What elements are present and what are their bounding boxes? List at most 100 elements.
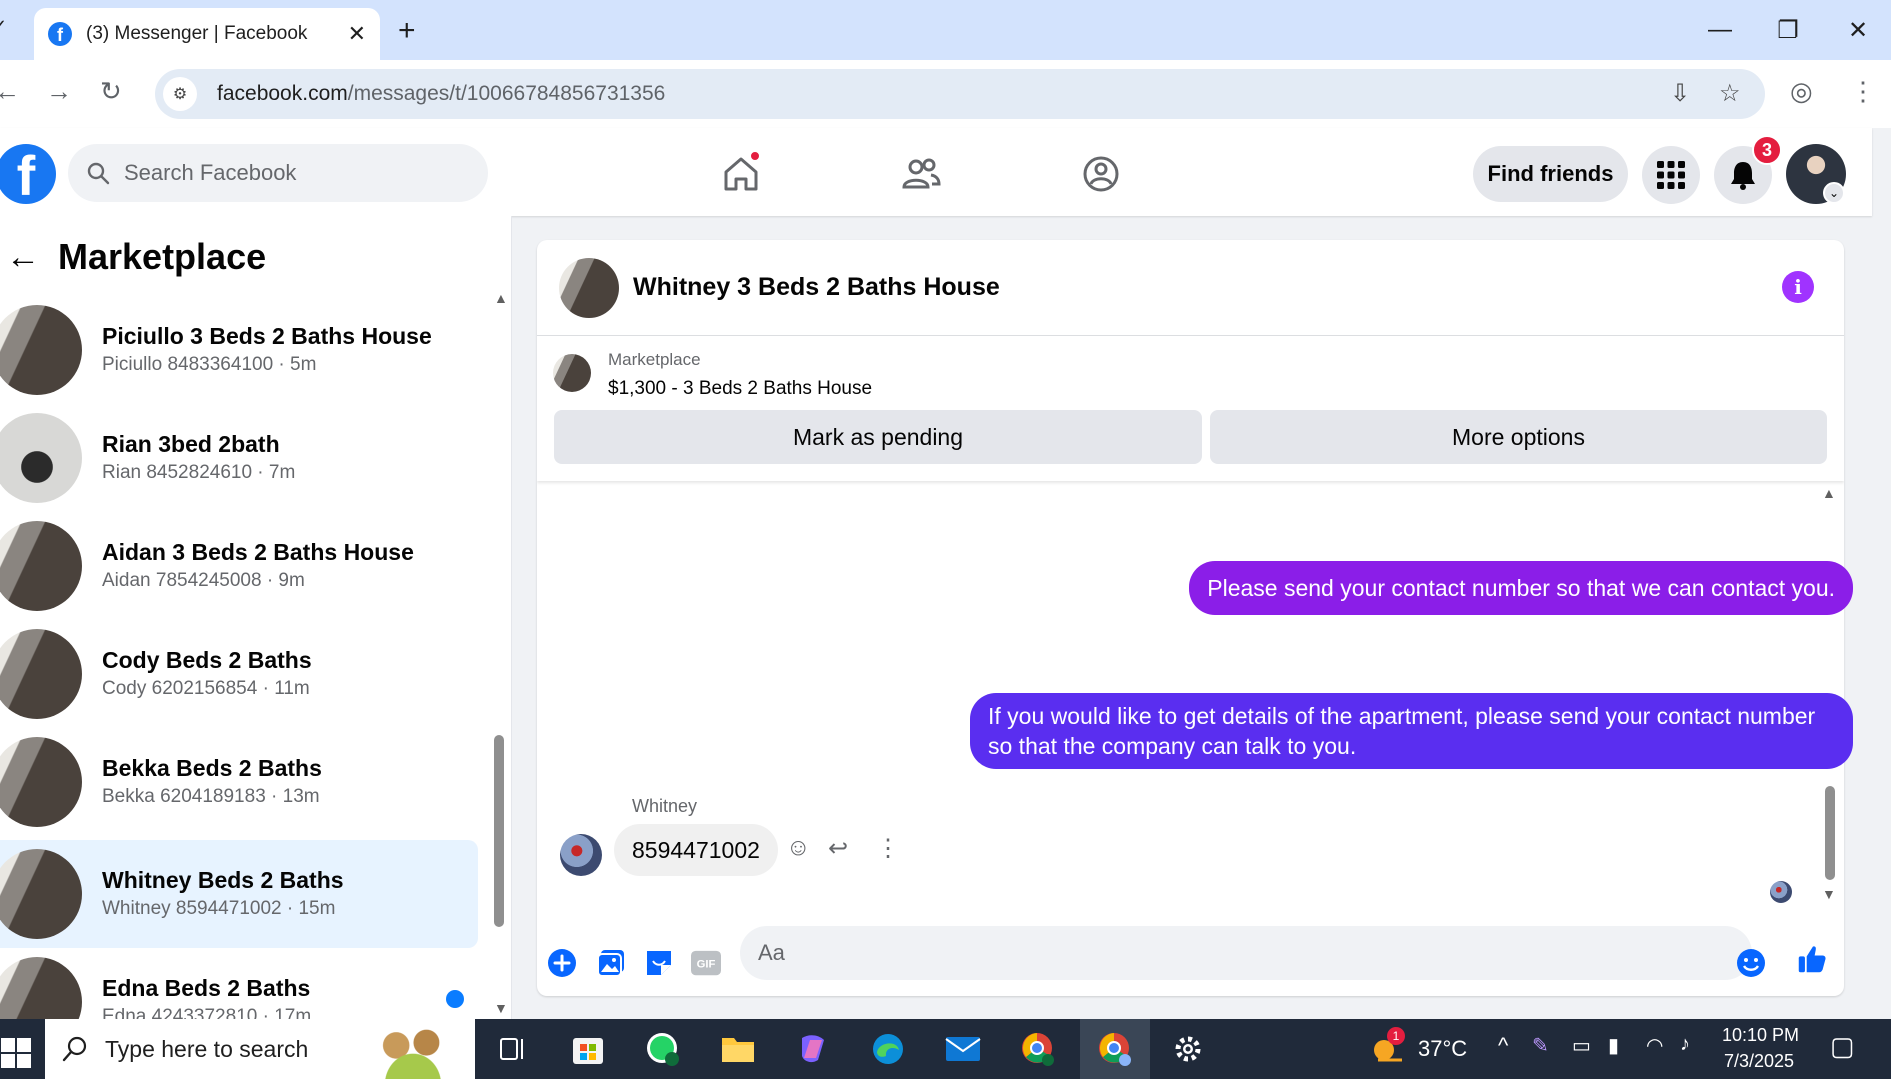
conversation-preview: Edna 4243372810 · 17m bbox=[102, 1006, 312, 1020]
incoming-message[interactable]: 8594471002 bbox=[614, 824, 778, 876]
whatsapp-business-icon[interactable] bbox=[643, 1029, 683, 1069]
chat-title[interactable]: Whitney 3 Beds 2 Baths House bbox=[633, 273, 1000, 302]
volume-icon[interactable]: ♪ bbox=[1680, 1033, 1690, 1056]
reply-icon[interactable]: ↩ bbox=[828, 834, 848, 863]
conversation-item[interactable]: Piciullo 3 Beds 2 Baths House Piciullo 84… bbox=[0, 296, 478, 404]
home-nav[interactable] bbox=[717, 150, 765, 198]
menu-button[interactable] bbox=[1642, 146, 1700, 204]
conversation-item[interactable]: Aidan 3 Beds 2 Baths House Aidan 78542450… bbox=[0, 512, 478, 620]
facebook-search[interactable] bbox=[68, 144, 488, 202]
chat-header: Whitney 3 Beds 2 Baths House bbox=[537, 240, 1844, 336]
conversation-item[interactable]: Edna Beds 2 Baths Edna 4243372810 · 17m bbox=[0, 948, 478, 1020]
sidebar-scroll-up-icon[interactable]: ▲ bbox=[494, 290, 508, 306]
emoji-button[interactable] bbox=[1736, 948, 1766, 978]
chat-scroll-down-icon[interactable]: ▼ bbox=[1822, 886, 1836, 902]
browser-tab[interactable]: f (3) Messenger | Facebook ✕ bbox=[34, 8, 380, 60]
chat-scrollbar[interactable] bbox=[1825, 786, 1835, 880]
plus-icon bbox=[548, 949, 576, 977]
listing-label: Marketplace bbox=[608, 350, 701, 369]
restore-icon[interactable]: ❐ bbox=[1760, 10, 1816, 50]
like-button[interactable] bbox=[1797, 944, 1827, 974]
back-arrow-icon[interactable]: ← bbox=[6, 238, 40, 277]
close-window-icon[interactable]: ✕ bbox=[1830, 10, 1886, 50]
chrome-active-icon[interactable] bbox=[1080, 1019, 1150, 1079]
info-icon[interactable]: i bbox=[1782, 271, 1814, 303]
home-notification-dot bbox=[749, 150, 761, 162]
microsoft-store-icon[interactable] bbox=[568, 1029, 608, 1069]
chat-scroll-up-icon[interactable]: ▲ bbox=[1822, 485, 1836, 501]
settings-gear-icon[interactable] bbox=[1168, 1029, 1208, 1069]
wifi-icon[interactable]: ◠ bbox=[1646, 1033, 1663, 1058]
chrome-profile-a-icon[interactable] bbox=[1018, 1029, 1058, 1069]
unread-dot bbox=[446, 990, 464, 1008]
chat-panel: Whitney 3 Beds 2 Baths House i Marketpla… bbox=[537, 240, 1844, 996]
clock-date[interactable]: 7/3/2025 bbox=[1724, 1051, 1794, 1072]
back-icon[interactable]: ← bbox=[0, 76, 20, 107]
react-emoji-icon[interactable]: ☺ bbox=[786, 834, 811, 862]
gif-icon: GIF bbox=[691, 950, 721, 976]
new-tab-icon[interactable]: + bbox=[398, 14, 416, 48]
plus-button[interactable] bbox=[547, 948, 577, 978]
sidebar-scrollbar[interactable] bbox=[494, 735, 504, 927]
sticker-button[interactable] bbox=[644, 948, 674, 978]
forward-icon[interactable]: → bbox=[46, 76, 72, 107]
install-app-icon[interactable]: ⇩ bbox=[1670, 79, 1690, 108]
address-bar[interactable]: ⚙ facebook.com/messages/t/10066784856731… bbox=[155, 69, 1765, 119]
more-options-button[interactable]: More options bbox=[1210, 410, 1827, 464]
listing-thumbnail[interactable] bbox=[553, 354, 591, 392]
chevron-down-icon[interactable]: ⌄ bbox=[1823, 182, 1845, 204]
site-info-icon[interactable]: ⚙ bbox=[163, 77, 197, 111]
reload-icon[interactable]: ↻ bbox=[100, 76, 122, 107]
bell-icon bbox=[1731, 162, 1755, 190]
sidebar-title: Marketplace bbox=[58, 236, 267, 277]
find-friends-button[interactable]: Find friends bbox=[1473, 146, 1628, 202]
chat-avatar[interactable] bbox=[559, 257, 619, 318]
notifications-center-icon[interactable]: ▢ bbox=[1830, 1031, 1855, 1062]
friends-nav[interactable] bbox=[897, 150, 945, 198]
task-view-icon[interactable] bbox=[493, 1029, 533, 1069]
file-explorer-icon[interactable] bbox=[718, 1029, 758, 1069]
windows-start-icon[interactable] bbox=[0, 1033, 36, 1073]
conversation-avatar bbox=[0, 957, 82, 1020]
conversation-name: Cody Beds 2 Baths bbox=[102, 647, 312, 673]
minimize-icon[interactable]: — bbox=[1692, 10, 1748, 50]
copilot-icon[interactable] bbox=[793, 1029, 833, 1069]
mail-icon[interactable] bbox=[943, 1029, 983, 1069]
edge-icon[interactable] bbox=[868, 1029, 908, 1069]
close-tab-icon[interactable]: ✕ bbox=[348, 21, 366, 47]
outgoing-message[interactable]: Please send your contact number so that … bbox=[1189, 561, 1853, 615]
url-text[interactable]: facebook.com/messages/t/1006678485673135… bbox=[217, 82, 665, 106]
taskbar-search[interactable]: Type here to search bbox=[45, 1019, 475, 1079]
battery-icon[interactable]: ▮ bbox=[1608, 1033, 1619, 1058]
profile-icon[interactable]: ◎ bbox=[1790, 76, 1813, 107]
browser-menu-icon[interactable]: ⋮ bbox=[1850, 76, 1876, 107]
meerkat-search-highlight-icon bbox=[357, 1023, 469, 1079]
sender-avatar[interactable] bbox=[560, 834, 602, 876]
meet-now-icon[interactable]: ▭ bbox=[1572, 1033, 1591, 1058]
temperature-text[interactable]: 37°C bbox=[1418, 1036, 1467, 1062]
emoji-icon bbox=[1737, 949, 1765, 977]
more-icon[interactable]: ⋮ bbox=[876, 834, 900, 863]
bookmark-star-icon[interactable]: ☆ bbox=[1719, 79, 1741, 108]
mark-as-pending-button[interactable]: Mark as pending bbox=[554, 410, 1202, 464]
groups-nav[interactable] bbox=[1077, 150, 1125, 198]
tab-search-chevron-icon[interactable]: ✓ bbox=[0, 16, 7, 37]
sidebar-scroll-down-icon[interactable]: ▼ bbox=[494, 1000, 508, 1016]
conversation-item[interactable]: Rian 3bed 2bath Rian 8452824610 · 7m bbox=[0, 404, 478, 512]
outgoing-message[interactable]: If you would like to get details of the … bbox=[970, 693, 1853, 769]
conversation-item-active[interactable]: Whitney Beds 2 Baths Whitney 8594471002 ·… bbox=[0, 840, 478, 948]
pen-icon[interactable]: ✎ bbox=[1532, 1033, 1549, 1058]
url-domain: facebook.com bbox=[217, 82, 348, 105]
conversation-avatar bbox=[0, 629, 82, 719]
conversation-item[interactable]: Bekka Beds 2 Baths Bekka 6204189183 · 13m bbox=[0, 728, 478, 836]
listing-price[interactable]: $1,300 - 3 Beds 2 Baths House bbox=[608, 378, 872, 400]
search-input[interactable] bbox=[124, 160, 444, 186]
clock-time[interactable]: 10:10 PM bbox=[1722, 1025, 1799, 1046]
conversation-item[interactable]: Cody Beds 2 Baths Cody 6202156854 · 11m bbox=[0, 620, 478, 728]
photo-button[interactable] bbox=[596, 948, 626, 978]
message-input[interactable] bbox=[740, 926, 1752, 980]
facebook-logo-icon[interactable]: f bbox=[0, 144, 56, 204]
show-hidden-icons-icon[interactable]: ^ bbox=[1498, 1033, 1508, 1059]
gif-button[interactable]: GIF bbox=[691, 948, 721, 978]
conversation-name: Bekka Beds 2 Baths bbox=[102, 755, 322, 781]
